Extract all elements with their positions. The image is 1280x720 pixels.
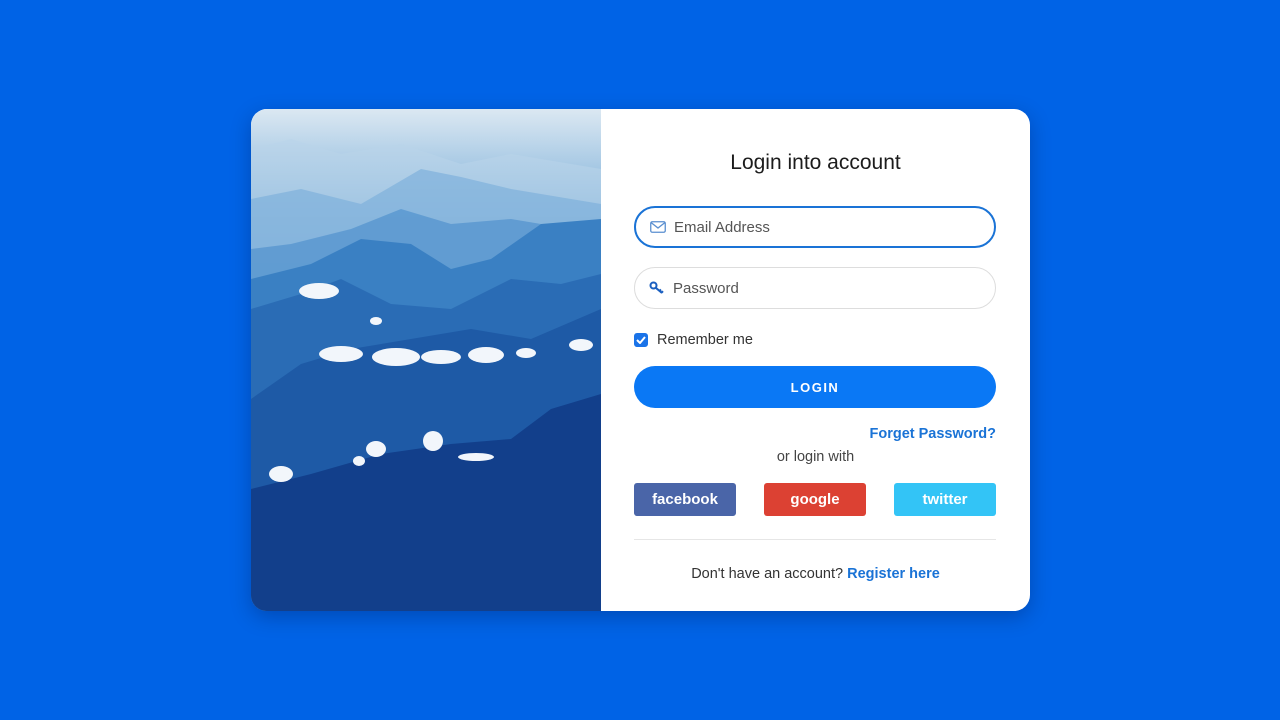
password-field[interactable] [634,267,996,309]
remember-me-label: Remember me [657,332,753,348]
envelope-icon [650,219,666,235]
remember-me-checkbox[interactable]: Remember me [634,332,753,348]
twitter-login-button[interactable]: twitter [894,483,996,516]
email-field[interactable] [634,206,996,248]
mountain-image [251,109,601,611]
forgot-password-link[interactable]: Forget Password? [870,426,997,442]
facebook-login-button[interactable]: facebook [634,483,736,516]
register-prompt: Don't have an account? Register here [601,566,1030,582]
password-input[interactable] [673,279,973,297]
register-prompt-text: Don't have an account? [691,566,844,582]
checkmark-icon[interactable] [634,333,648,347]
login-card: Login into account Remember me LOGIN For… [251,109,1030,611]
key-icon [649,280,665,296]
register-link[interactable]: Register here [847,566,940,582]
login-button[interactable]: LOGIN [634,366,996,408]
google-login-button[interactable]: google [764,483,866,516]
email-input[interactable] [674,218,974,236]
login-form: Login into account Remember me LOGIN For… [601,109,1030,611]
form-title: Login into account [730,151,901,174]
divider [634,539,996,540]
or-login-with-label: or login with [776,449,855,465]
